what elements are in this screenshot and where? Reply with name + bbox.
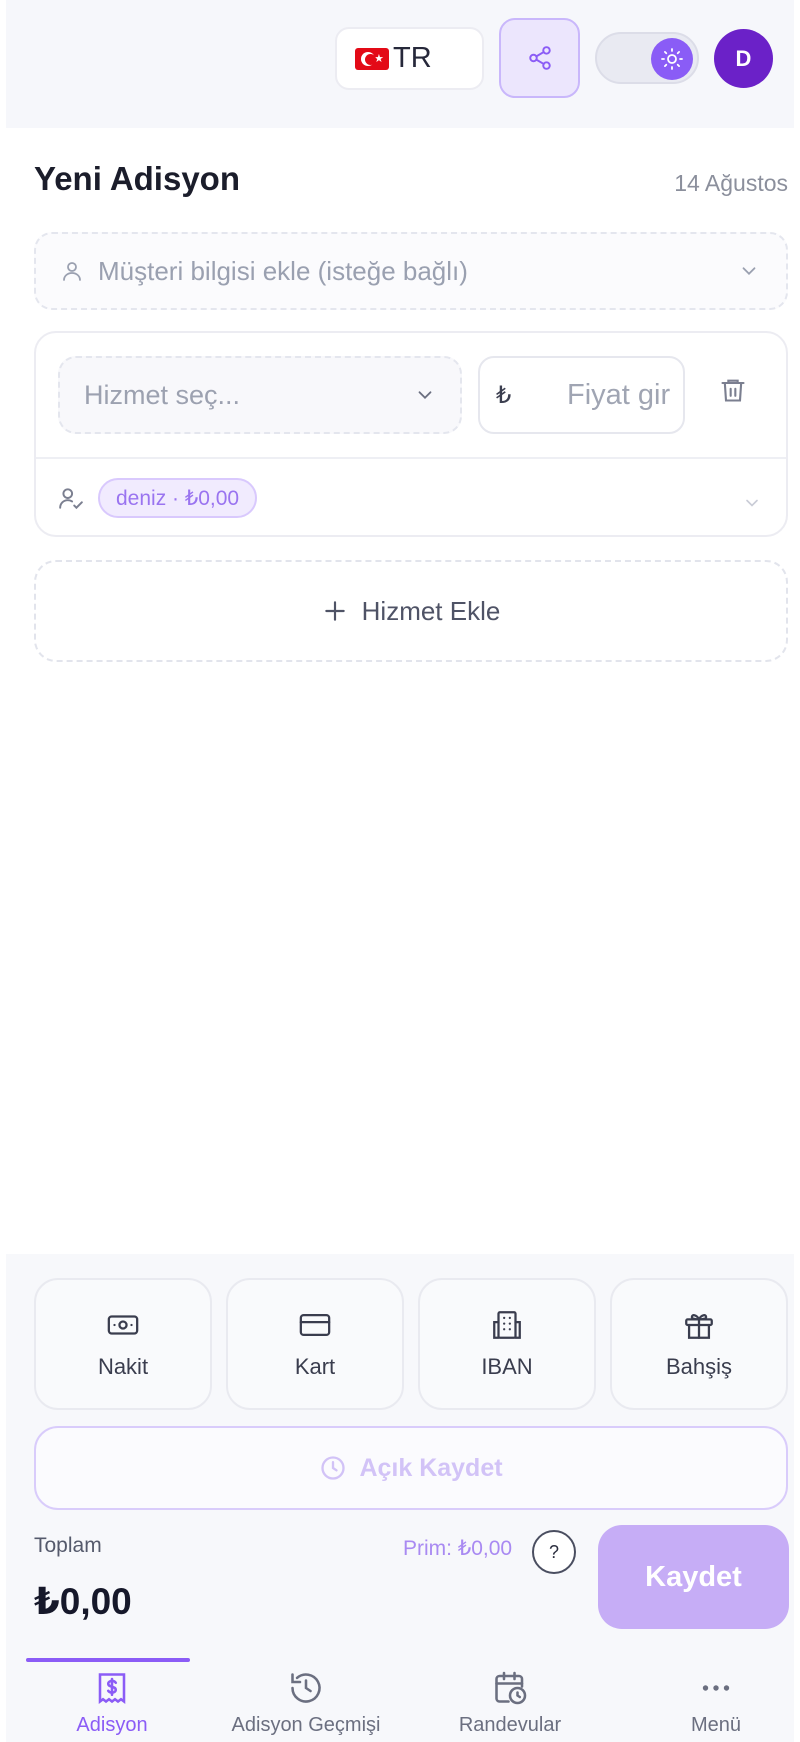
theme-toggle[interactable] <box>595 32 699 84</box>
bank-icon <box>493 1311 521 1339</box>
pay-cash-label: Nakit <box>97 1354 149 1379</box>
receipt-icon <box>98 1673 126 1705</box>
save-button[interactable]: Kaydet <box>598 1525 789 1629</box>
nav-tab-label: Randevular <box>458 1714 562 1736</box>
nav-tab-randevular[interactable]: Randevular <box>410 1670 610 1737</box>
customer-placeholder: Müşteri bilgisi ekle (isteğe bağlı) <box>98 255 468 286</box>
credit-card-icon <box>299 1313 331 1337</box>
share-icon <box>528 46 551 70</box>
plus-icon <box>324 601 345 621</box>
trash-icon[interactable] <box>719 376 747 404</box>
currency-symbol: ₺ <box>496 381 512 409</box>
cash-icon <box>107 1315 139 1335</box>
language-code: TR <box>393 42 432 74</box>
open-save-button[interactable]: Açık Kaydet <box>34 1426 788 1510</box>
pay-iban-button[interactable]: IBAN <box>418 1278 596 1410</box>
commission-text: Prim: ₺0,00 <box>403 1537 513 1560</box>
user-avatar[interactable]: D <box>714 29 773 88</box>
page-title: Yeni Adisyon <box>34 160 240 197</box>
tip-button[interactable]: Bahşiş <box>610 1278 788 1410</box>
pay-card-label: Kart <box>294 1354 336 1379</box>
calendar-clock-icon <box>495 1671 527 1705</box>
sun-icon <box>661 48 683 70</box>
nav-tab-menu[interactable]: Menü <box>616 1670 800 1737</box>
help-button[interactable]: ? <box>532 1530 576 1574</box>
gift-icon <box>685 1314 713 1339</box>
page-date: 14 Ağustos <box>674 170 788 196</box>
more-icon <box>702 1685 730 1691</box>
pay-cash-button[interactable]: Nakit <box>34 1278 212 1410</box>
user-icon <box>63 262 81 281</box>
customer-info-dropdown[interactable]: Müşteri bilgisi ekle (isteğe bağlı) <box>34 232 788 310</box>
toggle-knob <box>651 38 693 80</box>
top-bar: ★ TR D <box>6 0 794 128</box>
bottom-navigation: Adisyon Adisyon Geçmişi Randevular Menü <box>6 1658 794 1742</box>
tip-label: Bahşiş <box>665 1354 733 1379</box>
total-value: ₺0,00 <box>34 1581 132 1622</box>
share-button[interactable] <box>499 18 580 98</box>
nav-tab-adisyon-gecmisi[interactable]: Adisyon Geçmişi <box>206 1670 406 1737</box>
price-input[interactable] <box>533 378 683 412</box>
nav-tab-label: Adisyon <box>76 1714 148 1736</box>
chevron-down-icon[interactable] <box>742 493 762 513</box>
pay-card-button[interactable]: Kart <box>226 1278 404 1410</box>
service-select[interactable]: Hizmet seç... <box>58 356 462 434</box>
nav-tab-adisyon[interactable]: Adisyon <box>12 1670 212 1737</box>
service-item-card: Hizmet seç... ₺ deniz · ₺0,00 <box>34 331 788 537</box>
staff-chip[interactable]: deniz · ₺0,00 <box>98 478 258 518</box>
history-icon <box>291 1673 321 1703</box>
nav-tab-label: Adisyon Geçmişi <box>231 1714 381 1736</box>
payment-panel: Nakit Kart IBAN Bahşiş Açık Kaydet Topla… <box>6 1254 794 1658</box>
add-service-label: Hizmet Ekle <box>361 595 501 626</box>
open-save-label: Açık Kaydet <box>359 1453 503 1482</box>
service-select-placeholder: Hizmet seç... <box>84 379 241 410</box>
turkey-flag-icon: ★ <box>355 47 389 70</box>
nav-tab-label: Menü <box>690 1714 742 1736</box>
clock-icon <box>321 1456 346 1480</box>
chevron-down-icon <box>418 391 432 400</box>
user-check-icon <box>59 488 83 510</box>
add-service-button[interactable]: Hizmet Ekle <box>34 560 788 662</box>
staff-assignment-row[interactable]: deniz · ₺0,00 <box>58 478 258 518</box>
language-selector[interactable]: ★ TR <box>335 27 484 90</box>
pay-iban-label: IBAN <box>481 1354 533 1379</box>
total-label: Toplam <box>34 1534 102 1557</box>
chevron-down-icon <box>742 267 756 276</box>
price-field[interactable]: ₺ <box>478 356 685 434</box>
active-tab-indicator <box>26 1658 190 1662</box>
card-divider <box>36 457 786 459</box>
